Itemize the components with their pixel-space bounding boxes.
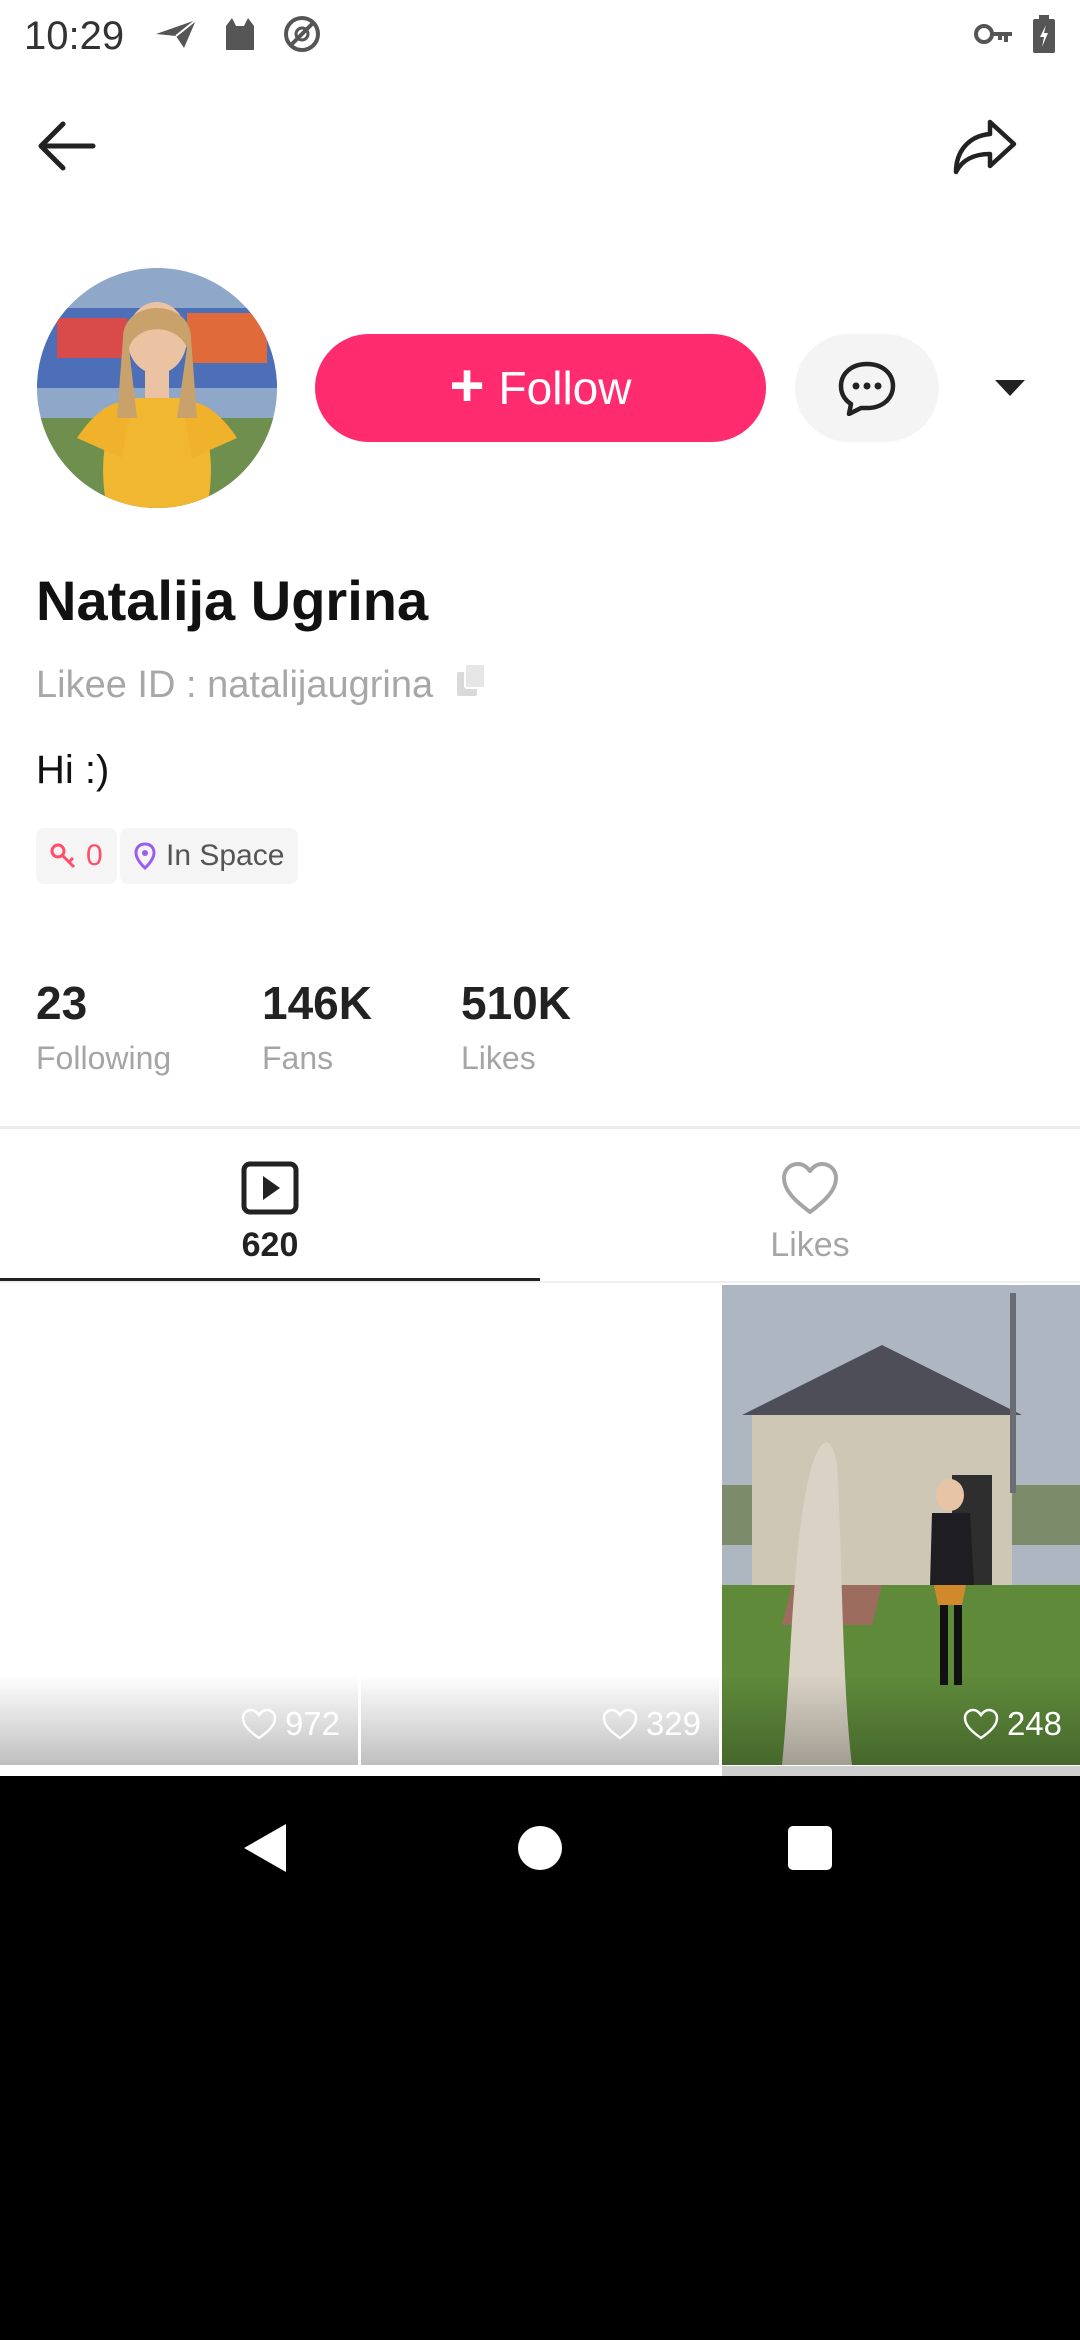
copy-icon[interactable] — [453, 662, 489, 708]
location-tag[interactable]: In Space — [120, 828, 299, 884]
video-likes-count: 248 — [1006, 1705, 1062, 1742]
follow-button-label: Follow — [498, 362, 632, 414]
video-likes: 329 — [602, 1705, 701, 1743]
plus-icon: + — [449, 352, 485, 419]
arrow-left-icon — [38, 121, 96, 171]
play-video-icon — [241, 1161, 299, 1215]
stat-following-value: 23 — [36, 977, 88, 1029]
nav-back-icon[interactable] — [240, 1822, 288, 1874]
cat-icon — [220, 16, 260, 57]
message-button[interactable] — [795, 334, 939, 442]
key-count-value: 0 — [86, 839, 103, 872]
status-left-icons — [154, 14, 322, 59]
avatar[interactable] — [37, 268, 277, 508]
back-button[interactable] — [30, 110, 102, 182]
more-dropdown-button[interactable] — [980, 362, 1040, 414]
video-likes: 248 — [963, 1705, 1062, 1743]
next-row-thumbnail-edge — [722, 1766, 1080, 1776]
stat-following[interactable]: 23 Following — [36, 976, 171, 1077]
likee-id-row: Likee ID : natalijaugrina — [36, 662, 489, 708]
likee-id-text: Likee ID : natalijaugrina — [36, 663, 434, 706]
video-thumbnail[interactable]: 248 — [722, 1285, 1080, 1765]
location-pin-icon — [134, 842, 156, 870]
stat-likes-label: Likes — [461, 1040, 536, 1076]
tab-likes[interactable]: Likes — [540, 1140, 1080, 1280]
heart-outline-icon — [782, 1162, 838, 1214]
tab-likes-label: Likes — [770, 1226, 850, 1264]
profile-bio: Hi :) — [36, 748, 110, 792]
share-arrow-icon — [953, 119, 1017, 175]
location-text: In Space — [166, 839, 285, 872]
share-button[interactable] — [946, 108, 1024, 186]
vpn-key-icon — [974, 22, 1014, 51]
chat-bubble-icon — [838, 361, 896, 416]
profile-screen: 10:29 + Follow Natalija Ugrina Likee ID … — [0, 0, 1080, 1776]
tab-videos-label: 620 — [241, 1226, 299, 1264]
stat-likes-value: 510K — [461, 977, 571, 1029]
follow-button[interactable]: + Follow — [315, 334, 766, 442]
key-count-tag[interactable]: 0 — [36, 828, 117, 884]
key-icon — [50, 843, 76, 869]
profile-name: Natalija Ugrina — [36, 569, 429, 632]
caret-down-icon — [995, 380, 1025, 396]
status-time: 10:29 — [24, 13, 125, 58]
stat-fans-value: 146K — [262, 977, 372, 1029]
nav-recents-button[interactable] — [788, 1826, 832, 1870]
no-signal-icon — [282, 14, 322, 59]
video-likes: 972 — [241, 1705, 340, 1743]
section-divider — [0, 1126, 1080, 1129]
heart-outline-icon — [241, 1708, 277, 1740]
send-icon — [154, 16, 198, 57]
status-bar: 10:29 — [0, 0, 1080, 72]
battery-charging-icon — [1032, 14, 1056, 58]
stat-fans-label: Fans — [262, 1040, 334, 1076]
heart-outline-icon — [963, 1708, 999, 1740]
heart-outline-icon — [602, 1708, 638, 1740]
video-likes-count: 329 — [645, 1705, 701, 1742]
video-likes-count: 972 — [284, 1705, 340, 1742]
stat-fans[interactable]: 146K Fans — [262, 976, 372, 1077]
video-thumbnail[interactable]: 329 — [361, 1285, 719, 1765]
stat-likes[interactable]: 510K Likes — [461, 976, 571, 1077]
video-thumbnail[interactable]: 972 — [0, 1285, 358, 1765]
stat-following-label: Following — [36, 1040, 172, 1076]
tab-videos[interactable]: 620 — [0, 1140, 540, 1280]
nav-home-button[interactable] — [518, 1826, 562, 1870]
tab-divider — [0, 1281, 1080, 1283]
status-right-icons — [974, 14, 1056, 58]
